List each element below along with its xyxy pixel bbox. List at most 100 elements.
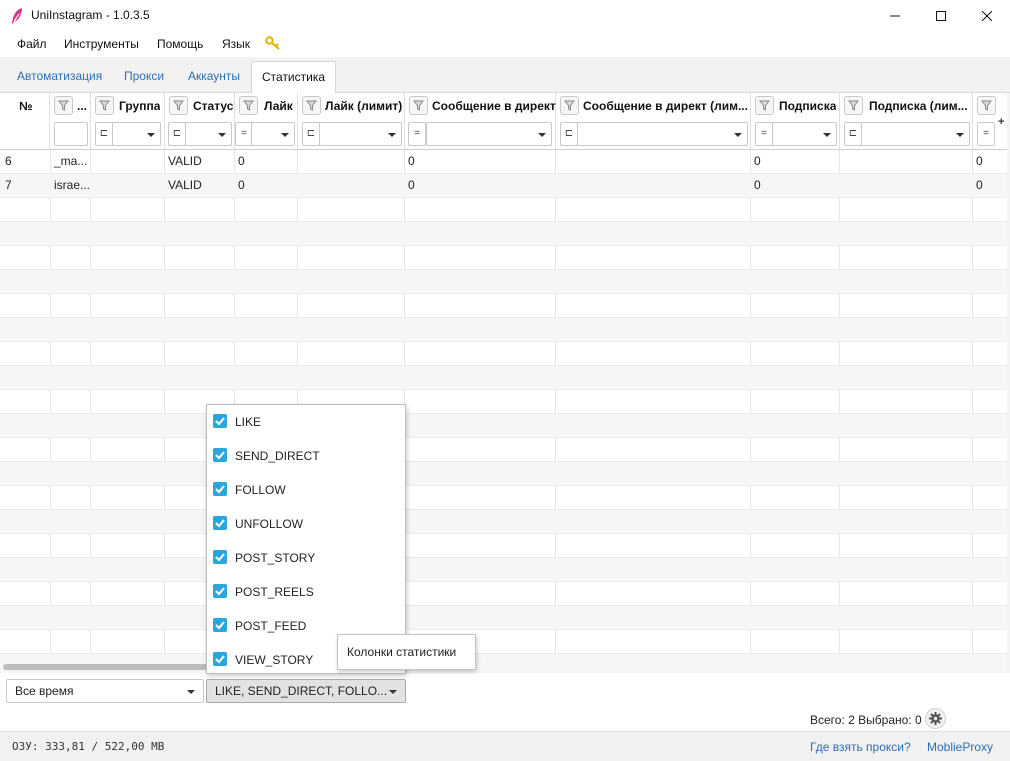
minimize-button[interactable] xyxy=(872,0,918,31)
cell-like: 0 xyxy=(238,178,245,192)
column-label: ... xyxy=(77,99,88,113)
filter-icon[interactable] xyxy=(302,96,321,115)
checkbox-checked-icon[interactable] xyxy=(213,448,227,462)
filter-input[interactable] xyxy=(54,122,88,146)
stats-option-send-direct[interactable]: SEND_DIRECT xyxy=(207,439,405,473)
empty-row xyxy=(0,318,1010,342)
window-title: UniInstagram - 1.0.3.5 xyxy=(31,8,150,22)
filter-operator[interactable]: ⊏ xyxy=(168,122,186,146)
column-label: Лайк (лимит) xyxy=(325,99,403,113)
filter-operator[interactable]: = xyxy=(408,122,426,146)
filter-icon[interactable] xyxy=(409,96,428,115)
filter-select[interactable] xyxy=(772,122,837,146)
where-to-get-proxy-link[interactable]: Где взять прокси? xyxy=(810,740,911,754)
filter-icon[interactable] xyxy=(239,96,258,115)
filter-operator[interactable]: = xyxy=(977,122,995,146)
column-header-follow[interactable]: Подписка = xyxy=(751,93,840,149)
column-header-like[interactable]: Лайк = xyxy=(235,93,298,149)
empty-row xyxy=(0,294,1010,318)
stats-option-follow[interactable]: FOLLOW xyxy=(207,473,405,507)
checkbox-checked-icon[interactable] xyxy=(213,482,227,496)
period-select[interactable]: Все время xyxy=(6,679,204,703)
column-header-number[interactable]: № xyxy=(0,93,50,149)
chevron-down-icon xyxy=(218,133,226,137)
filter-select[interactable] xyxy=(577,122,748,146)
checkbox-checked-icon[interactable] xyxy=(213,584,227,598)
cell-like-limit xyxy=(297,150,404,174)
menu-file[interactable]: Файл xyxy=(17,37,47,51)
filter-icon[interactable] xyxy=(560,96,579,115)
filter-icon[interactable] xyxy=(844,96,863,115)
tab-statistics[interactable]: Статистика xyxy=(251,61,337,94)
column-label: Сообщение в директ xyxy=(432,99,556,113)
filter-operator[interactable]: ⊏ xyxy=(560,122,578,146)
checkbox-checked-icon[interactable] xyxy=(213,618,227,632)
checkbox-checked-icon[interactable] xyxy=(213,550,227,564)
table-row[interactable]: 7 israe... VALID 0 0 0 0 xyxy=(0,174,1010,198)
horizontal-scrollbar[interactable] xyxy=(3,664,210,670)
checkbox-checked-icon[interactable] xyxy=(213,414,227,428)
option-label: POST_REELS xyxy=(235,585,314,599)
column-header-follow-limit[interactable]: Подписка (лим... ⊏ xyxy=(840,93,973,149)
filter-select[interactable] xyxy=(319,122,402,146)
filter-select[interactable] xyxy=(185,122,232,146)
column-label: Подписка xyxy=(779,99,837,113)
filter-icon[interactable] xyxy=(755,96,774,115)
ram-usage: ОЗУ: 333,81 / 522,00 MB xyxy=(12,740,165,753)
column-header-next[interactable]: = xyxy=(973,93,1010,149)
key-icon[interactable] xyxy=(265,36,281,50)
column-header-account[interactable]: ... xyxy=(50,93,91,149)
empty-row xyxy=(0,342,1010,366)
filter-operator[interactable]: = xyxy=(755,122,773,146)
tab-bar: Автоматизация Прокси Аккаунты Статистика xyxy=(0,57,1010,94)
tab-proxy[interactable]: Прокси xyxy=(124,69,164,83)
maximize-button[interactable] xyxy=(918,0,964,31)
cell-direct: 0 xyxy=(408,178,415,192)
filter-operator[interactable]: ⊏ xyxy=(844,122,862,146)
filter-icon[interactable] xyxy=(54,96,73,115)
tab-accounts[interactable]: Аккаунты xyxy=(188,69,240,83)
filter-select[interactable] xyxy=(426,122,552,146)
filter-select[interactable] xyxy=(112,122,161,146)
filter-icon[interactable] xyxy=(169,96,188,115)
cell-next: 0 xyxy=(976,154,983,168)
filter-icon[interactable] xyxy=(95,96,114,115)
cell-direct: 0 xyxy=(408,154,415,168)
column-header-status[interactable]: Статус ⊏ xyxy=(165,93,235,149)
table-row[interactable]: 6 _ma... VALID 0 0 0 0 xyxy=(0,150,1010,174)
stats-option-like[interactable]: LIKE xyxy=(207,405,405,439)
column-header-direct[interactable]: Сообщение в директ = xyxy=(405,93,556,149)
option-label: VIEW_STORY xyxy=(235,653,314,667)
column-header-like-limit[interactable]: Лайк (лимит) ⊏ xyxy=(298,93,405,149)
empty-row xyxy=(0,246,1010,270)
checkbox-checked-icon[interactable] xyxy=(213,652,227,666)
filter-select[interactable] xyxy=(251,122,295,146)
column-label: Сообщение в директ (лим... xyxy=(583,99,748,113)
mobile-proxy-link[interactable]: MoblieProxy xyxy=(927,740,993,754)
settings-button[interactable] xyxy=(925,708,946,729)
stats-columns-select-value: LIKE, SEND_DIRECT, FOLLO... xyxy=(215,684,388,698)
stats-columns-select[interactable]: LIKE, SEND_DIRECT, FOLLO... xyxy=(206,679,406,703)
stats-option-post-story[interactable]: POST_STORY xyxy=(207,541,405,575)
column-header-direct-limit[interactable]: Сообщение в директ (лим... ⊏ xyxy=(556,93,751,149)
tab-automation[interactable]: Автоматизация xyxy=(17,69,102,83)
filter-select[interactable] xyxy=(861,122,970,146)
close-button[interactable] xyxy=(964,0,1010,31)
menu-bar: Файл Инструменты Помощь Язык xyxy=(0,31,1010,57)
cell-group xyxy=(90,174,164,198)
stats-option-unfollow[interactable]: UNFOLLOW xyxy=(207,507,405,541)
add-column-icon[interactable]: + xyxy=(998,116,1004,128)
chevron-down-icon xyxy=(388,133,396,137)
cell-follow: 0 xyxy=(754,178,761,192)
filter-icon[interactable] xyxy=(977,96,996,115)
menu-help[interactable]: Помощь xyxy=(157,37,203,51)
stats-option-post-reels[interactable]: POST_REELS xyxy=(207,575,405,609)
filter-operator[interactable]: ⊏ xyxy=(302,122,320,146)
chevron-down-icon xyxy=(281,133,289,137)
checkbox-checked-icon[interactable] xyxy=(213,516,227,530)
menu-tools[interactable]: Инструменты xyxy=(64,37,139,51)
empty-row xyxy=(0,558,1010,582)
filter-operator[interactable]: ⊏ xyxy=(95,122,113,146)
menu-language[interactable]: Язык xyxy=(222,37,250,51)
column-header-group[interactable]: Группа ⊏ xyxy=(91,93,165,149)
